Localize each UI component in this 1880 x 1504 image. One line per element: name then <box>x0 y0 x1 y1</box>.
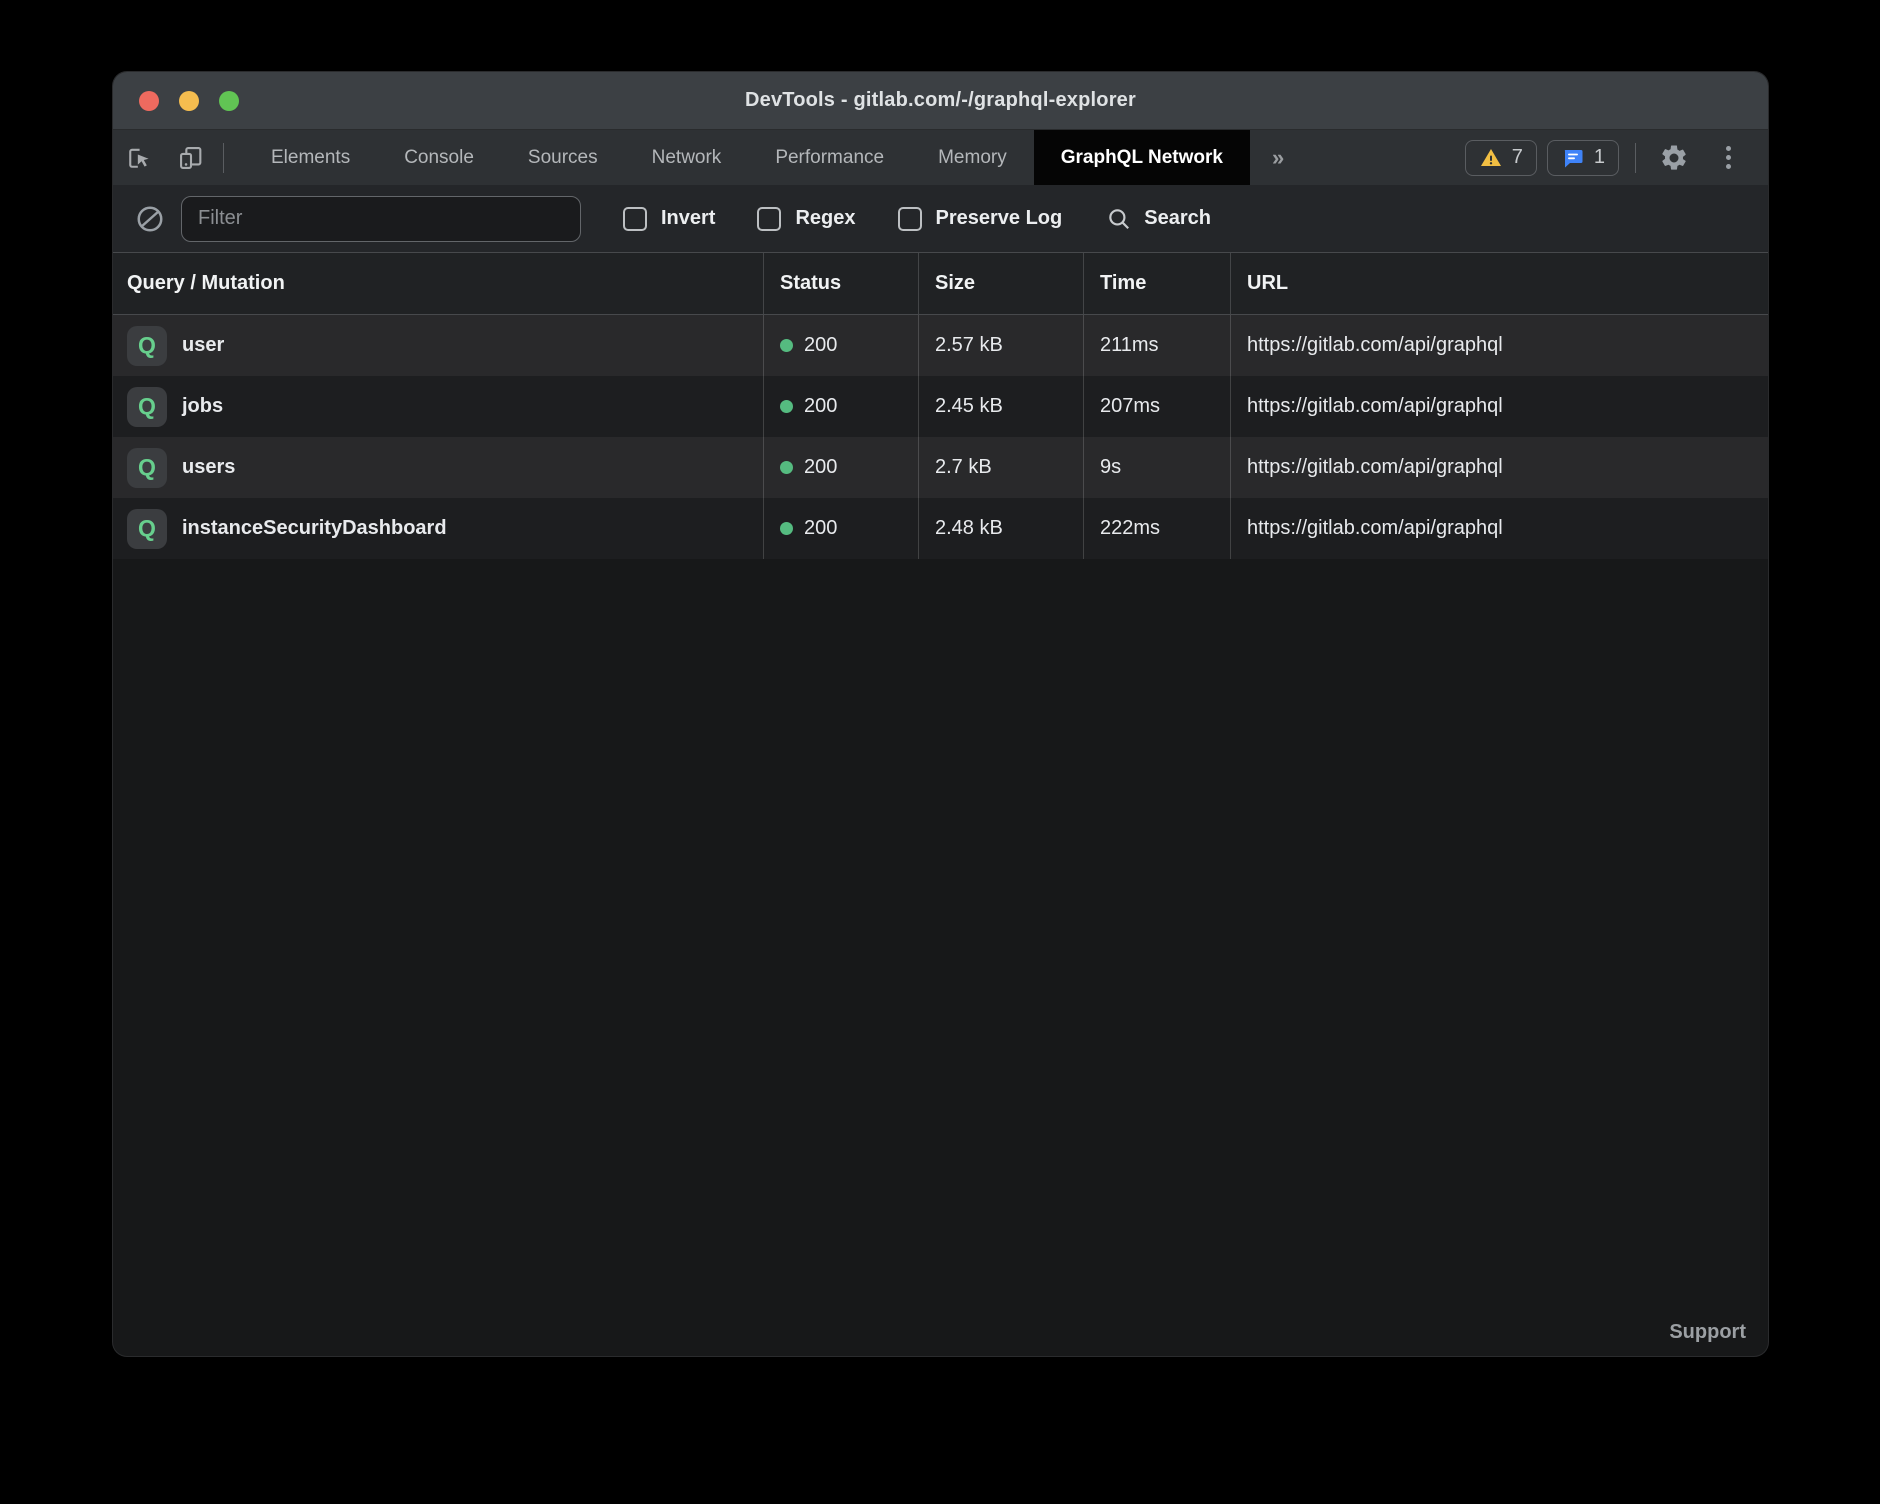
query-name: user <box>182 334 224 357</box>
size-value: 2.48 kB <box>918 498 1083 559</box>
query-name: instanceSecurityDashboard <box>182 517 447 540</box>
kebab-icon <box>1726 146 1731 169</box>
devtools-tab-bar: ElementsConsoleSourcesNetworkPerformance… <box>113 130 1768 185</box>
request-row[interactable]: Q users 200 2.7 kB 9s https://gitlab.com… <box>113 437 1768 498</box>
query-type-badge: Q <box>127 387 167 427</box>
status-dot <box>780 400 793 413</box>
gear-icon <box>1659 143 1689 173</box>
size-value: 2.45 kB <box>918 376 1083 437</box>
status-code: 200 <box>804 395 837 418</box>
warning-count: 7 <box>1512 146 1523 169</box>
checkbox-box <box>623 207 647 231</box>
tab-strip: ElementsConsoleSourcesNetworkPerformance… <box>244 130 1250 185</box>
tab-elements[interactable]: Elements <box>244 130 377 185</box>
checkbox-label: Regex <box>795 207 855 230</box>
column-header-query-mutation[interactable]: Query / Mutation <box>113 253 763 314</box>
filter-input[interactable] <box>181 196 581 242</box>
checkbox-box <box>757 207 781 231</box>
column-header-time[interactable]: Time <box>1083 253 1230 314</box>
warning-icon <box>1479 146 1503 170</box>
search-label: Search <box>1144 207 1211 230</box>
search-button[interactable]: Search <box>1106 206 1211 232</box>
column-header-url[interactable]: URL <box>1230 253 1768 314</box>
inspect-icon <box>125 144 153 172</box>
toggle-device-toolbar-button[interactable] <box>165 130 217 185</box>
inspect-element-button[interactable] <box>113 130 165 185</box>
tab-graphql-network[interactable]: GraphQL Network <box>1034 130 1250 185</box>
size-value: 2.57 kB <box>918 315 1083 376</box>
minimize-window-button[interactable] <box>179 91 199 111</box>
time-value: 222ms <box>1083 498 1230 559</box>
time-value: 211ms <box>1083 315 1230 376</box>
request-url: https://gitlab.com/api/graphql <box>1230 498 1768 559</box>
time-value: 207ms <box>1083 376 1230 437</box>
tab-sources[interactable]: Sources <box>501 130 625 185</box>
controls-separator <box>1635 143 1636 173</box>
tab-console[interactable]: Console <box>377 130 501 185</box>
request-row[interactable]: Q user 200 2.57 kB 211ms https://gitlab.… <box>113 315 1768 376</box>
invert-checkbox[interactable]: Invert <box>623 207 715 231</box>
request-url: https://gitlab.com/api/graphql <box>1230 315 1768 376</box>
request-row[interactable]: Q jobs 200 2.45 kB 207ms https://gitlab.… <box>113 376 1768 437</box>
issues-count: 1 <box>1594 146 1605 169</box>
checkbox-box <box>898 207 922 231</box>
query-type-badge: Q <box>127 448 167 488</box>
search-icon <box>1106 206 1132 232</box>
traffic-lights <box>139 91 239 111</box>
regex-checkbox[interactable]: Regex <box>757 207 855 231</box>
request-url: https://gitlab.com/api/graphql <box>1230 376 1768 437</box>
status-dot <box>780 339 793 352</box>
request-url: https://gitlab.com/api/graphql <box>1230 437 1768 498</box>
query-type-badge: Q <box>127 326 167 366</box>
checkbox-label: Invert <box>661 207 715 230</box>
warnings-button[interactable]: 7 <box>1465 140 1537 176</box>
tab-memory[interactable]: Memory <box>911 130 1034 185</box>
issues-button[interactable]: 1 <box>1547 140 1619 176</box>
query-name: users <box>182 456 235 479</box>
checkbox-label: Preserve Log <box>936 207 1063 230</box>
message-icon <box>1561 146 1585 170</box>
column-header-status[interactable]: Status <box>763 253 918 314</box>
settings-button[interactable] <box>1652 136 1696 180</box>
requests-table-header: Query / Mutation Status Size Time URL <box>113 253 1768 315</box>
status-code: 200 <box>804 517 837 540</box>
close-window-button[interactable] <box>139 91 159 111</box>
tab-network[interactable]: Network <box>625 130 749 185</box>
column-header-size[interactable]: Size <box>918 253 1083 314</box>
time-value: 9s <box>1083 437 1230 498</box>
filter-toolbar: Invert Regex Preserve Log Search <box>113 185 1768 253</box>
window-title: DevTools - gitlab.com/-/graphql-explorer <box>745 89 1136 112</box>
tab-performance[interactable]: Performance <box>748 130 911 185</box>
size-value: 2.7 kB <box>918 437 1083 498</box>
status-code: 200 <box>804 456 837 479</box>
more-options-button[interactable] <box>1706 136 1750 180</box>
more-tabs-button[interactable]: » <box>1250 130 1306 185</box>
status-code: 200 <box>804 334 837 357</box>
requests-table-body: Q user 200 2.57 kB 211ms https://gitlab.… <box>113 315 1768 559</box>
toolbar-separator <box>223 143 224 173</box>
device-toolbar-icon <box>177 144 205 172</box>
support-link[interactable]: Support <box>1669 1321 1746 1344</box>
query-type-badge: Q <box>127 509 167 549</box>
tab-bar-right-controls: 7 1 <box>1465 130 1768 185</box>
query-name: jobs <box>182 395 223 418</box>
zoom-window-button[interactable] <box>219 91 239 111</box>
devtools-window: DevTools - gitlab.com/-/graphql-explorer… <box>113 72 1768 1356</box>
status-dot <box>780 461 793 474</box>
status-dot <box>780 522 793 535</box>
clear-filter-icon[interactable] <box>135 204 165 234</box>
preserve-log-checkbox[interactable]: Preserve Log <box>898 207 1063 231</box>
title-bar: DevTools - gitlab.com/-/graphql-explorer <box>113 72 1768 130</box>
request-row[interactable]: Q instanceSecurityDashboard 200 2.48 kB … <box>113 498 1768 559</box>
